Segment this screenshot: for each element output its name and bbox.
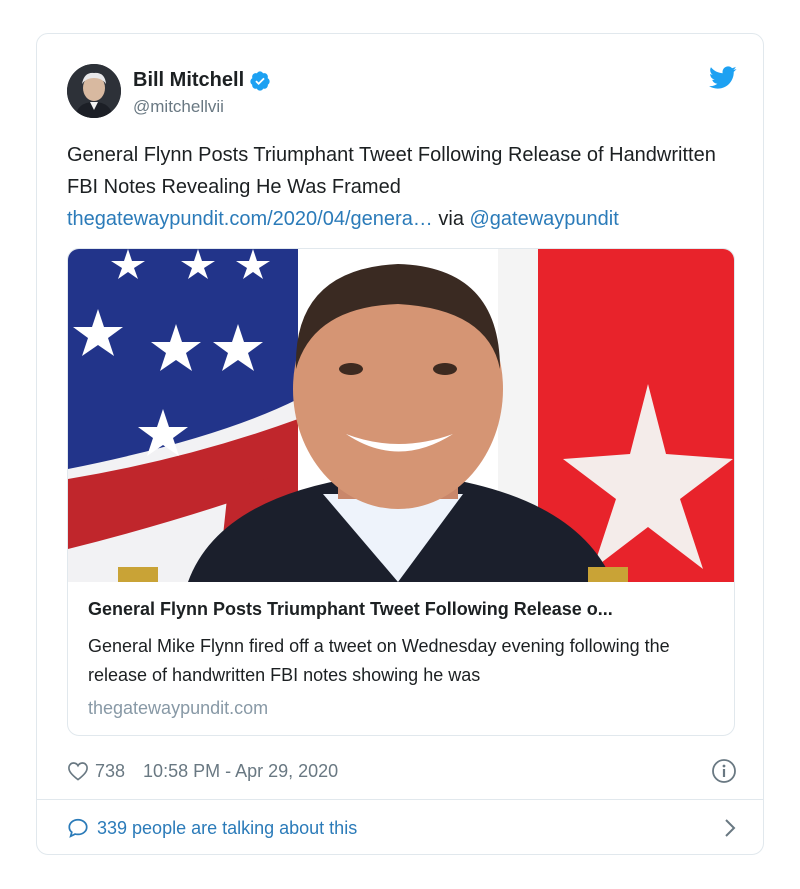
card-description: General Mike Flynn fired off a tweet on … [88,636,670,685]
speech-bubble-icon [68,818,88,838]
divider [37,799,763,800]
like-count[interactable]: 738 [95,761,125,782]
author-name[interactable]: Bill Mitchell [133,69,244,92]
tweet-text: General Flynn Posts Triumphant Tweet Fol… [67,139,737,235]
link-preview-card[interactable]: General Flynn Posts Triumphant Tweet Fol… [67,248,735,736]
info-icon[interactable] [711,758,737,784]
conversation-link[interactable]: 339 people are talking about this [67,812,737,844]
avatar[interactable] [67,64,121,118]
author-name-line: Bill Mitchell [133,69,271,92]
tweet-text-body: General Flynn Posts Triumphant Tweet Fol… [67,144,716,198]
verified-badge-icon [250,70,270,91]
author-handle[interactable]: @mitchellvii [133,97,224,117]
tweet-via: via [432,208,470,230]
tweet-timestamp[interactable]: 10:58 PM - Apr 29, 2020 [143,761,338,782]
tweet-card: Bill Mitchell @mitchellvii General Flynn… [36,33,764,855]
card-domain: thegatewaypundit.com [88,698,269,718]
card-title[interactable]: General Flynn Posts Triumphant Tweet Fol… [88,599,718,620]
conversation-count[interactable]: 339 people are talking about this [97,818,357,839]
heart-icon[interactable] [67,761,89,781]
tweet-header: Bill Mitchell @mitchellvii [67,64,737,120]
tweet-link[interactable]: thegatewaypundit.com/2020/04/genera… [67,208,433,230]
card-image[interactable] [68,249,735,582]
tweet-mention[interactable]: @gatewaypundit [470,208,619,230]
card-body: General Flynn Posts Triumphant Tweet Fol… [88,599,718,719]
tweet-meta: 738 10:58 PM - Apr 29, 2020 [67,756,737,786]
chevron-right-icon[interactable] [723,818,737,838]
twitter-bird-icon[interactable] [709,66,737,90]
